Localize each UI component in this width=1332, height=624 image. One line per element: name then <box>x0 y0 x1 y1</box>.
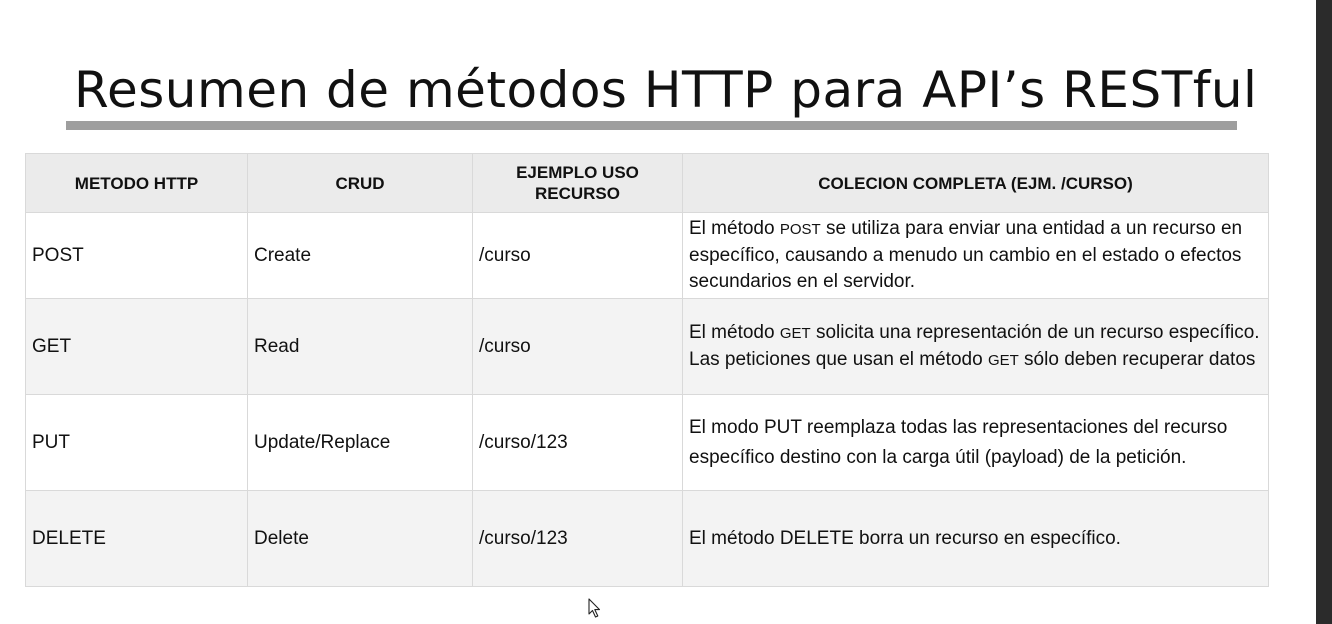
table-header-row: METODO HTTP CRUD EJEMPLO USO RECURSO COL… <box>25 153 1269 213</box>
cell-example: /curso/123 <box>472 394 683 491</box>
header-example: EJEMPLO USO RECURSO <box>472 153 683 213</box>
desc-text: El modo <box>689 416 764 438</box>
title-underline <box>66 121 1237 130</box>
header-crud: CRUD <box>247 153 473 213</box>
header-collection: COLECION COMPLETA (EJM. /CURSO) <box>682 153 1269 213</box>
cell-description: El método POST se utiliza para enviar un… <box>682 212 1269 299</box>
table-row: DELETE Delete /curso/123 El método DELET… <box>25 490 1269 587</box>
cell-method: DELETE <box>25 490 248 587</box>
table-row: PUT Update/Replace /curso/123 El modo PU… <box>25 394 1269 491</box>
desc-method-code: PUT <box>763 416 802 438</box>
desc-method-code: DELETE <box>779 527 854 549</box>
cell-description: El método DELETE borra un recurso en esp… <box>682 490 1269 587</box>
cell-example: /curso/123 <box>472 490 683 587</box>
slide-title: Resumen de métodos HTTP para API’s RESTf… <box>74 61 1258 119</box>
header-method: METODO HTTP <box>25 153 248 213</box>
cell-crud: Update/Replace <box>247 394 473 491</box>
cell-crud: Delete <box>247 490 473 587</box>
window-edge-bar <box>1316 0 1332 624</box>
table-row: POST Create /curso El método POST se uti… <box>25 212 1269 299</box>
desc-text: El método <box>689 218 780 239</box>
desc-text: borra un recurso en específico. <box>853 527 1121 549</box>
cell-crud: Create <box>247 212 473 299</box>
cell-description: El método GET solicita una representació… <box>682 298 1269 395</box>
desc-method-code: GET <box>779 324 811 342</box>
mouse-pointer-icon <box>588 598 601 618</box>
cell-method: POST <box>25 212 248 299</box>
desc-text: sólo deben recuperar datos <box>1018 348 1256 370</box>
cell-method: GET <box>25 298 248 395</box>
cell-method: PUT <box>25 394 248 491</box>
desc-method-code: POST <box>779 221 821 238</box>
cell-crud: Read <box>247 298 473 395</box>
cell-example: /curso <box>472 298 683 395</box>
desc-method-code: GET <box>987 351 1019 369</box>
desc-text: El método <box>689 321 780 343</box>
cell-description: El modo PUT reemplaza todas las represen… <box>682 394 1269 491</box>
table-row: GET Read /curso El método GET solicita u… <box>25 298 1269 395</box>
cell-example: /curso <box>472 212 683 299</box>
desc-text: El método <box>689 527 780 549</box>
http-methods-table: METODO HTTP CRUD EJEMPLO USO RECURSO COL… <box>25 153 1269 587</box>
